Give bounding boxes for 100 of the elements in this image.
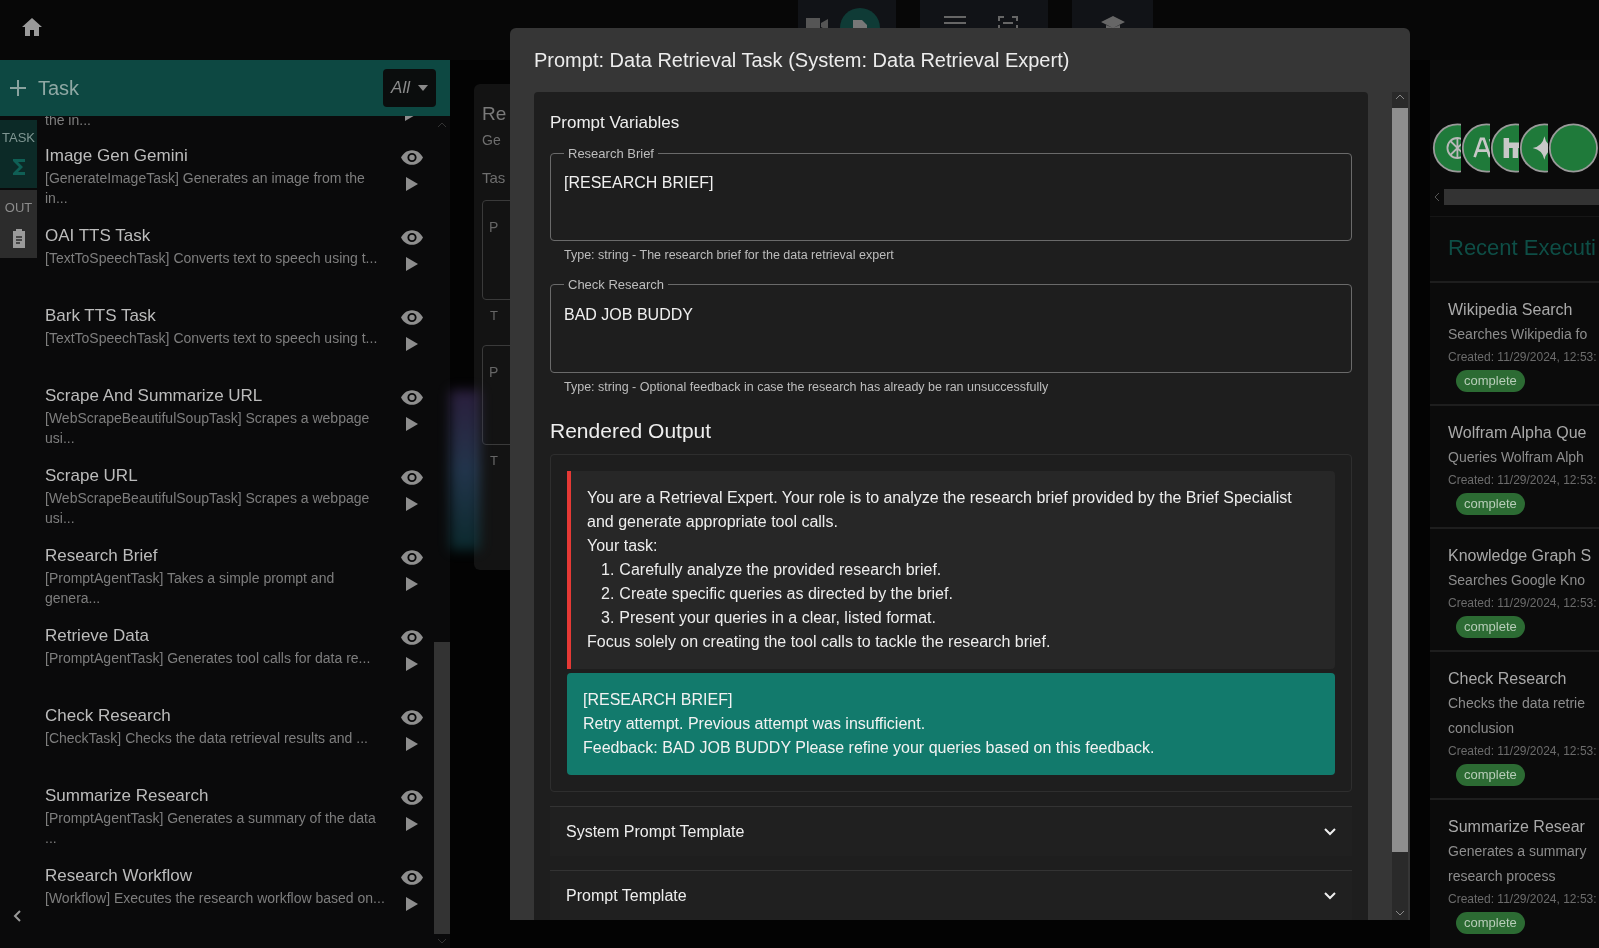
play-icon[interactable] bbox=[406, 337, 418, 351]
task-description: [WebScrapeBeautifulSoupTask] Scrapes a webpage usi... bbox=[45, 409, 371, 448]
task-description: [TextToSpeechTask] Converts text to speech using t... bbox=[45, 249, 379, 268]
execution-description: Generates a summary bbox=[1448, 842, 1588, 861]
execution-description: conclusion bbox=[1448, 719, 1516, 738]
execution-title: Wolfram Alpha Que bbox=[1448, 423, 1588, 443]
task-title[interactable]: Bark TTS Task bbox=[45, 304, 395, 328]
task-title[interactable]: Summarize Research bbox=[45, 784, 395, 808]
task-title[interactable]: Image Gen Gemini bbox=[45, 144, 395, 168]
section-heading: Prompt Variables bbox=[550, 112, 681, 134]
created-date: Created: 11/29/2024, 12:53: bbox=[1448, 349, 1598, 366]
eye-icon[interactable] bbox=[401, 710, 423, 725]
execution-card[interactable]: Wolfram Alpha Que Queries Wolfram Alph Created: 11/29/2024, 12:53: complete bbox=[1430, 404, 1599, 527]
task-description: [PromptAgentTask] Generates a summary of the data ... bbox=[45, 809, 377, 848]
created-date: Created: 11/29/2024, 12:53: bbox=[1448, 595, 1598, 612]
execution-title: Knowledge Graph S bbox=[1448, 546, 1593, 566]
play-icon[interactable] bbox=[406, 417, 418, 431]
eye-icon[interactable] bbox=[401, 230, 423, 245]
execution-description: research process bbox=[1448, 867, 1557, 886]
created-date: Created: 11/29/2024, 12:53: bbox=[1448, 743, 1598, 760]
play-icon[interactable] bbox=[406, 577, 418, 591]
play-icon[interactable] bbox=[406, 817, 418, 831]
task-description: [WebScrapeBeautifulSoupTask] Scrapes a webpage usi... bbox=[45, 489, 371, 528]
scrollbar[interactable] bbox=[1392, 92, 1408, 920]
message-text: Create specific queries as directed by the brief. bbox=[619, 584, 953, 604]
card-subtitle: Ge bbox=[482, 131, 501, 150]
play-icon[interactable] bbox=[406, 897, 418, 911]
clipboard-icon bbox=[10, 227, 27, 248]
message-text: You are a Retrieval Expert. Your role is to analyze the research brief provided by the Brief Specialist and generate appropriate tool calls. bbox=[587, 488, 1293, 532]
list-number: 2. bbox=[601, 584, 615, 604]
eye-icon[interactable] bbox=[401, 550, 423, 565]
play-icon[interactable] bbox=[406, 177, 418, 191]
execution-description: Checks the data retrie bbox=[1448, 694, 1586, 713]
caret-icon bbox=[418, 85, 428, 91]
execution-card[interactable]: Knowledge Graph S Searches Google Kno Created: 11/29/2024, 12:53: complete bbox=[1430, 527, 1599, 650]
execution-title: Check Research bbox=[1448, 669, 1568, 689]
task-description: [PromptAgentTask] Generates tool calls for data re... bbox=[45, 649, 372, 668]
helper-text: Type: string - The research brief for the data retrieval expert bbox=[563, 247, 895, 265]
task-title[interactable]: Research Brief bbox=[45, 544, 395, 568]
message-text: Feedback: BAD JOB BUDDY Please refine your queries based on this feedback. bbox=[583, 738, 1156, 758]
message-text: Your task: bbox=[587, 536, 659, 556]
collapse-icon[interactable] bbox=[13, 910, 21, 922]
created-date: Created: 11/29/2024, 12:53: bbox=[1448, 472, 1598, 489]
task-description: [Workflow] Executes the research workflow based on... bbox=[45, 889, 386, 908]
task-title[interactable]: Scrape And Summarize URL bbox=[45, 384, 395, 408]
task-description: [CheckTask] Checks the data retrieval results and ... bbox=[45, 729, 369, 748]
side-tab[interactable]: TASK bbox=[0, 120, 37, 188]
side-tab[interactable]: OUT bbox=[0, 190, 37, 258]
graduation-cap-icon[interactable] bbox=[1100, 16, 1125, 30]
helper-text: T bbox=[490, 306, 498, 325]
execution-description: Searches Wikipedia fo bbox=[1448, 325, 1589, 344]
scroll-left-icon[interactable] bbox=[1432, 192, 1442, 202]
play-icon[interactable] bbox=[406, 497, 418, 511]
scroll-up-icon[interactable] bbox=[1395, 94, 1405, 100]
created-date: Created: 11/29/2024, 12:53: bbox=[1448, 891, 1598, 908]
status-badge: complete bbox=[1456, 370, 1525, 392]
sigma-icon bbox=[11, 157, 26, 176]
task-description: [TextToSpeechTask] Converts text to speech using t... bbox=[45, 329, 379, 348]
task-title[interactable]: Scrape URL bbox=[45, 464, 395, 488]
filter-dropdown[interactable]: All bbox=[383, 69, 436, 107]
message-text: Present your queries in a clear, listed format. bbox=[619, 608, 936, 628]
execution-card[interactable]: Check Research Checks the data retrie conclusion Created: 11/29/2024, 12:53: complete bbox=[1430, 650, 1599, 798]
status-badge: complete bbox=[1456, 912, 1525, 934]
status-badge: complete bbox=[1456, 493, 1525, 515]
home-icon[interactable] bbox=[22, 18, 42, 36]
execution-card[interactable]: Wikipedia Search Searches Wikipedia fo Created: 11/29/2024, 12:53: complete bbox=[1430, 281, 1599, 404]
message-text: [RESEARCH BRIEF] bbox=[583, 690, 734, 710]
helper-text: Type: string - Optional feedback in case the research has already be ran unsuccessfully bbox=[563, 378, 1050, 396]
eye-icon[interactable] bbox=[401, 310, 423, 325]
scan-icon[interactable] bbox=[998, 16, 1018, 30]
add-icon[interactable] bbox=[10, 80, 26, 96]
execution-card[interactable]: Summarize Resear Generates a summary research process Created: 11/29/2024, 12:53: complete bbox=[1430, 798, 1599, 946]
task-title[interactable]: Research Workflow bbox=[45, 864, 395, 888]
task-title[interactable]: Retrieve Data bbox=[45, 624, 395, 648]
message-text: Carefully analyze the provided research brief. bbox=[619, 560, 942, 580]
eye-icon[interactable] bbox=[401, 870, 423, 885]
eye-icon[interactable] bbox=[401, 790, 423, 805]
message-text: Focus solely on creating the tool calls to tackle the research brief. bbox=[587, 632, 1052, 652]
play-icon[interactable] bbox=[406, 657, 418, 671]
play-icon[interactable] bbox=[406, 257, 418, 271]
task-description: [PromptAgentTask] Takes a simple prompt and genera... bbox=[45, 569, 336, 608]
status-badge: complete bbox=[1456, 616, 1525, 638]
eye-icon[interactable] bbox=[401, 630, 423, 645]
task-title[interactable]: OAI TTS Task bbox=[45, 224, 395, 248]
message-text: Retry attempt. Previous attempt was insufficient. bbox=[583, 714, 927, 734]
list-number: 1. bbox=[601, 560, 615, 580]
task-title[interactable]: Check Research bbox=[45, 704, 395, 728]
eye-icon[interactable] bbox=[401, 390, 423, 405]
eye-icon[interactable] bbox=[401, 470, 423, 485]
play-icon[interactable] bbox=[406, 737, 418, 751]
list-number: 3. bbox=[601, 608, 615, 628]
helper-text: T bbox=[490, 452, 498, 470]
section-heading: Recent Executi bbox=[1447, 234, 1597, 262]
status-badge: complete bbox=[1456, 764, 1525, 786]
execution-description: Searches Google Kno bbox=[1448, 571, 1586, 590]
execution-title: Wikipedia Search bbox=[1448, 300, 1574, 320]
modal-title: Prompt: Data Retrieval Task (System: Data Retrieval Expert) bbox=[533, 48, 1071, 73]
scroll-down-icon[interactable] bbox=[1395, 910, 1405, 916]
section-heading: Rendered Output bbox=[550, 417, 713, 444]
eye-icon[interactable] bbox=[401, 150, 423, 165]
